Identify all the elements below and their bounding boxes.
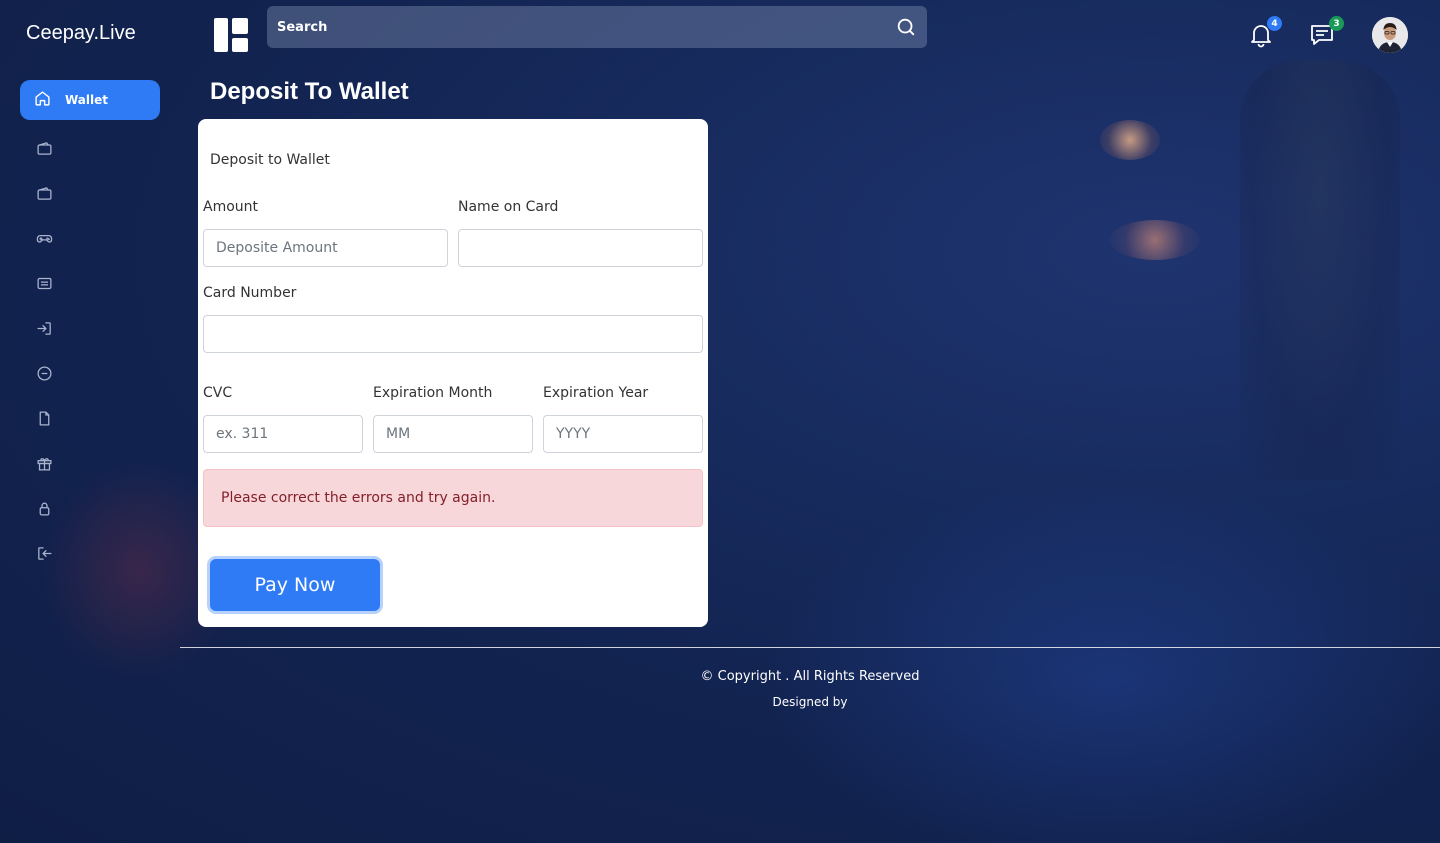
- message-icon: [1308, 25, 1338, 54]
- sidebar-item-gifts[interactable]: [34, 455, 54, 475]
- footer-copyright: © Copyright . All Rights Reserved: [700, 669, 920, 684]
- sidebar-item-list[interactable]: [34, 275, 54, 295]
- list-icon: [36, 275, 53, 296]
- sidebar-item-login[interactable]: [34, 320, 54, 340]
- error-alert: Please correct the errors and try again.: [203, 469, 703, 527]
- exp-month-input[interactable]: [373, 415, 533, 453]
- search-bar: [267, 6, 927, 48]
- wallet-alt-icon: [36, 185, 53, 206]
- notification-count-badge: 4: [1267, 16, 1282, 31]
- login-icon: [36, 320, 53, 341]
- sidebar-item-logout[interactable]: [34, 545, 54, 565]
- cvc-input[interactable]: [203, 415, 363, 453]
- lock-icon: [36, 500, 53, 521]
- exp-year-label: Expiration Year: [543, 385, 649, 401]
- card-number-label: Card Number: [203, 285, 297, 301]
- brand-logo[interactable]: Ceepay.Live: [26, 22, 136, 45]
- home-icon: [34, 90, 51, 111]
- bell-icon: [1246, 25, 1276, 54]
- gift-icon: [36, 455, 53, 476]
- sidebar-item-wallet-1[interactable]: [34, 140, 54, 160]
- sidebar-item-label: Wallet: [65, 93, 109, 107]
- exp-month-label: Expiration Month: [373, 385, 493, 401]
- card-number-input[interactable]: [203, 315, 703, 353]
- exp-year-input[interactable]: [543, 415, 703, 453]
- pay-now-button[interactable]: Pay Now: [210, 559, 380, 611]
- amount-input[interactable]: [203, 229, 448, 267]
- sidebar-item-wallet-2[interactable]: [34, 185, 54, 205]
- sidebar-item-wallet[interactable]: Wallet: [20, 80, 160, 120]
- avatar[interactable]: [1372, 17, 1408, 53]
- file-icon: [36, 410, 53, 431]
- cvc-label: CVC: [203, 385, 233, 401]
- messages-button[interactable]: 3: [1308, 16, 1344, 50]
- gamepad-icon: [36, 230, 53, 251]
- sidebar: Ceepay.Live Wallet: [0, 0, 180, 843]
- sidebar-item-documents[interactable]: [34, 410, 54, 430]
- name-on-card-input[interactable]: [458, 229, 703, 267]
- deposit-form: Deposit to Wallet Amount Name on Card Ca…: [198, 119, 708, 627]
- logout-icon: [36, 545, 53, 566]
- wallet-icon: [36, 140, 53, 161]
- search-icon[interactable]: [895, 16, 917, 38]
- form-subtitle: Deposit to Wallet: [210, 152, 330, 168]
- search-input[interactable]: [277, 19, 895, 35]
- message-count-badge: 3: [1329, 16, 1344, 31]
- sidebar-item-games[interactable]: [34, 230, 54, 250]
- layout-toggle-icon[interactable]: [214, 18, 248, 52]
- footer-divider: [180, 647, 1440, 648]
- notifications-button[interactable]: 4: [1246, 16, 1282, 50]
- sidebar-item-withdraw[interactable]: [34, 365, 54, 385]
- sidebar-item-security[interactable]: [34, 500, 54, 520]
- minus-circle-icon: [36, 365, 53, 386]
- name-on-card-label: Name on Card: [458, 199, 559, 215]
- page-title: Deposit To Wallet: [210, 78, 409, 105]
- amount-label: Amount: [203, 199, 259, 215]
- footer-designed-by: Designed by: [772, 695, 848, 709]
